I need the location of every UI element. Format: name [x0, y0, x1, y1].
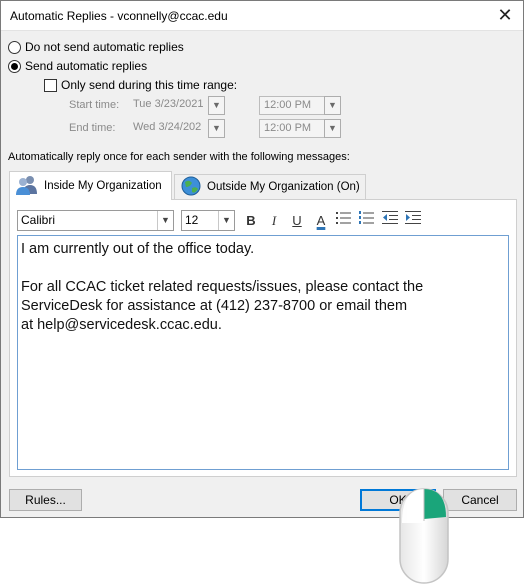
- message-line: ServiceDesk for assistance at (412) 237-…: [21, 298, 408, 314]
- people-icon: [15, 174, 39, 199]
- rules-button[interactable]: Rules...: [9, 489, 82, 511]
- title-bar: Automatic Replies - vconnelly@ccac.edu ✕: [1, 1, 523, 31]
- start-time-dropdown-icon[interactable]: ▼: [324, 96, 341, 115]
- radio-send-replies-label: Send automatic replies: [25, 59, 148, 73]
- start-time-field[interactable]: 12:00 PM: [259, 96, 325, 115]
- globe-icon: [180, 175, 202, 200]
- instructions-label: Automatically reply once for each sender…: [8, 151, 350, 163]
- font-color-button[interactable]: A: [311, 211, 331, 231]
- cancel-button[interactable]: Cancel: [443, 489, 517, 511]
- font-size-value: 12: [185, 213, 199, 227]
- end-time-dropdown-icon[interactable]: ▼: [324, 119, 341, 138]
- time-range-checkbox[interactable]: [44, 78, 57, 92]
- end-date-field[interactable]: Wed 3/24/202: [129, 119, 209, 138]
- chevron-down-icon[interactable]: ▼: [157, 211, 173, 230]
- tab-outside-label: Outside My Organization (On): [207, 181, 360, 193]
- time-range-checkbox-row[interactable]: Only send during this time range:: [44, 78, 237, 92]
- font-name-select[interactable]: Calibri ▼: [17, 210, 174, 231]
- numbering-icon[interactable]: [357, 211, 377, 231]
- end-time-field[interactable]: 12:00 PM: [259, 119, 325, 138]
- underline-button[interactable]: U: [287, 211, 307, 231]
- end-date-dropdown-icon[interactable]: ▼: [208, 119, 225, 138]
- increase-indent-icon[interactable]: [403, 211, 423, 231]
- message-line: at help@servicedesk.ccac.edu.: [21, 317, 222, 333]
- radio-no-replies[interactable]: Do not send automatic replies: [8, 40, 184, 54]
- start-date-dropdown-icon[interactable]: ▼: [208, 96, 225, 115]
- message-line: For all CCAC ticket related requests/iss…: [21, 279, 424, 295]
- message-editor[interactable]: I am currently out of the office today. …: [17, 235, 509, 470]
- automatic-replies-dialog: Automatic Replies - vconnelly@ccac.edu ✕…: [0, 0, 524, 518]
- mouse-click-icon: [398, 487, 450, 588]
- bold-button[interactable]: B: [241, 211, 261, 231]
- bullets-icon[interactable]: [334, 211, 354, 231]
- radio-no-replies-label: Do not send automatic replies: [25, 40, 184, 54]
- decrease-indent-icon[interactable]: [380, 211, 400, 231]
- start-time-label: Start time:: [69, 99, 120, 111]
- message-line: I am currently out of the office today.: [21, 241, 255, 257]
- time-range-label: Only send during this time range:: [61, 78, 238, 92]
- radio-no-replies-button[interactable]: [8, 40, 21, 54]
- chevron-down-icon[interactable]: ▼: [218, 211, 234, 230]
- start-date-field[interactable]: Tue 3/23/2021: [129, 96, 209, 115]
- end-time-label: End time:: [69, 122, 116, 134]
- tab-inside-organization[interactable]: Inside My Organization: [9, 171, 172, 200]
- radio-send-replies-button[interactable]: [8, 59, 21, 73]
- tab-inside-label: Inside My Organization: [44, 180, 162, 192]
- font-size-select[interactable]: 12 ▼: [181, 210, 235, 231]
- close-icon[interactable]: ✕: [493, 4, 517, 26]
- font-name-value: Calibri: [21, 213, 56, 227]
- italic-button[interactable]: I: [264, 211, 284, 231]
- tab-outside-organization[interactable]: Outside My Organization (On): [174, 174, 366, 200]
- window-title: Automatic Replies - vconnelly@ccac.edu: [10, 9, 228, 23]
- radio-send-replies[interactable]: Send automatic replies: [8, 59, 147, 73]
